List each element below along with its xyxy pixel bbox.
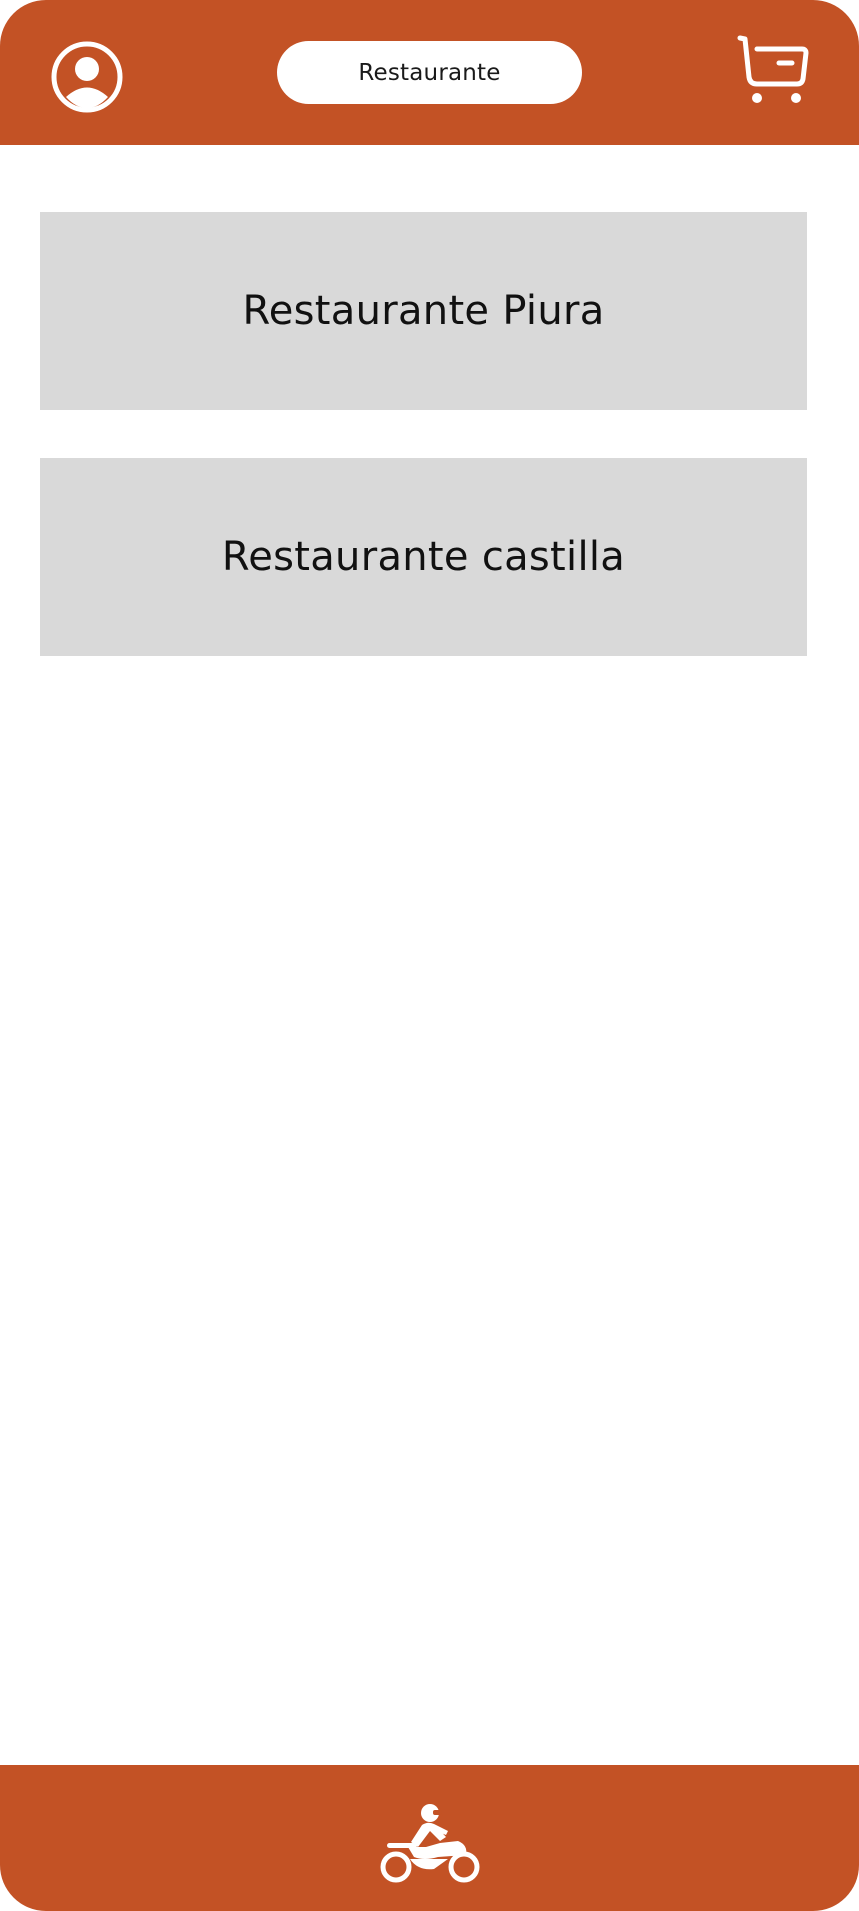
profile-button[interactable] [50,40,124,114]
delivery-button[interactable] [378,1795,482,1885]
restaurant-card[interactable]: Restaurante castilla [40,458,807,656]
top-bar: Restaurante [0,0,859,145]
restaurant-name: Restaurante Piura [242,288,605,334]
motorcycle-delivery-icon [380,1804,480,1883]
restaurant-list: Restaurante Piura Restaurante castilla [40,212,807,704]
restaurant-name: Restaurante castilla [221,534,626,580]
shopping-cart-icon [737,35,809,103]
page-title-pill: Restaurante [277,41,582,104]
cart-button[interactable] [734,32,812,108]
user-circle-icon [51,41,123,113]
restaurant-card[interactable]: Restaurante Piura [40,212,807,410]
page-title: Restaurante [358,59,501,86]
bottom-bar [0,1765,859,1911]
app-screen: Restaurante Restaurante Piura Restaurant… [0,0,859,1911]
